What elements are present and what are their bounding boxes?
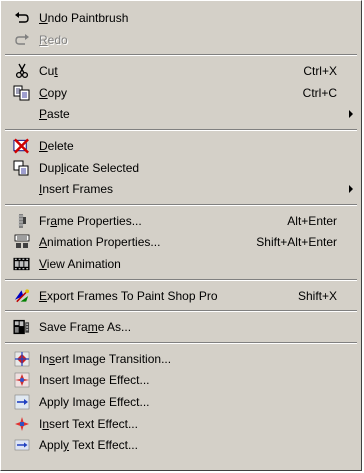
menu-item-export-frames[interactable]: Export Frames To Paint Shop Pro Shift+X	[1, 285, 361, 307]
scissors-icon	[13, 63, 30, 79]
menu-item-label: Frame Properties...	[39, 213, 142, 228]
menu-item-label: Delete	[39, 138, 74, 153]
menu-separator	[1, 200, 361, 210]
menu-item-frame-properties[interactable]: Frame Properties... Alt+Enter	[1, 210, 361, 232]
menu-item-label: Export Frames To Paint Shop Pro	[39, 288, 218, 303]
menu-item-insert-image-transition[interactable]: Insert Image Transition...	[1, 348, 361, 370]
export-icon	[13, 288, 30, 304]
menu-item-label: Duplicate Selected	[39, 160, 140, 175]
menu-item-label: Copy	[39, 85, 68, 100]
apply-image-effect-icon	[13, 394, 30, 410]
menu-item-label: Save Frame As...	[39, 320, 132, 335]
menu-item-view-animation[interactable]: View Animation	[1, 253, 361, 275]
menu-item-label: Insert Image Effect...	[39, 373, 150, 388]
menu-item-undo-paintbrush[interactable]: Undo Paintbrush	[1, 7, 361, 29]
menu-item-copy[interactable]: Copy Ctrl+C	[1, 82, 361, 104]
image-effect-icon	[13, 372, 30, 388]
undo-icon	[13, 10, 30, 26]
redo-icon	[13, 32, 30, 48]
menu-item-animation-properties[interactable]: Animation Properties... Shift+Alt+Enter	[1, 231, 361, 253]
save-frame-icon	[13, 319, 30, 335]
menu-item-label: Insert Text Effect...	[39, 416, 138, 431]
frame-properties-icon	[13, 213, 30, 229]
menu-item-label: Apply Image Effect...	[39, 394, 150, 409]
film-icon	[13, 256, 30, 272]
menu-item-save-frame-as[interactable]: Save Frame As...	[1, 316, 361, 338]
delete-icon	[13, 138, 30, 154]
menu-item-paste[interactable]: Paste	[1, 103, 361, 125]
menu-item-apply-text-effect[interactable]: Apply Text Effect...	[1, 434, 361, 456]
menu-item-label: Cut	[39, 64, 58, 79]
menu-item-cut[interactable]: Cut Ctrl+X	[1, 60, 361, 82]
text-effect-icon	[13, 416, 30, 432]
menu-item-shortcut: Shift+X	[297, 288, 337, 303]
menu-item-redo: Redo	[1, 29, 361, 51]
submenu-arrow-icon	[349, 185, 353, 194]
menu-item-label: Animation Properties...	[39, 235, 161, 250]
menu-item-label: View Animation	[39, 256, 121, 271]
context-menu: Undo Paintbrush Redo Cut Ctrl+X Copy Ctrl+C Pa…	[0, 0, 362, 471]
copy-icon	[13, 85, 30, 101]
menu-item-label: Paste	[39, 107, 70, 122]
menu-separator	[1, 125, 361, 135]
menu-item-duplicate-selected[interactable]: Duplicate Selected	[1, 157, 361, 179]
apply-text-effect-icon	[13, 437, 30, 453]
duplicate-icon	[13, 160, 30, 176]
menu-item-label: Apply Text Effect...	[39, 438, 138, 453]
menu-item-shortcut: Ctrl+X	[303, 64, 337, 79]
menu-item-insert-frames[interactable]: Insert Frames	[1, 178, 361, 200]
image-transition-icon	[13, 351, 30, 367]
menu-item-label: Insert Image Transition...	[39, 351, 172, 366]
menu-item-insert-image-effect[interactable]: Insert Image Effect...	[1, 369, 361, 391]
menu-item-delete[interactable]: Delete	[1, 135, 361, 157]
menu-item-label: Undo Paintbrush	[39, 11, 129, 25]
menu-item-label: Insert Frames	[39, 182, 114, 197]
menu-item-label: Redo	[39, 32, 68, 47]
animation-properties-icon	[13, 234, 30, 250]
menu-item-insert-text-effect[interactable]: Insert Text Effect...	[1, 413, 361, 435]
menu-item-shortcut: Ctrl+C	[302, 85, 337, 100]
menu-item-shortcut: Alt+Enter	[287, 213, 337, 228]
menu-separator	[1, 275, 361, 285]
menu-item-shortcut: Shift+Alt+Enter	[256, 235, 337, 250]
menu-separator	[1, 338, 361, 348]
menu-separator	[1, 306, 361, 316]
menu-separator	[1, 50, 361, 60]
menu-item-apply-image-effect[interactable]: Apply Image Effect...	[1, 391, 361, 413]
submenu-arrow-icon	[349, 110, 353, 119]
